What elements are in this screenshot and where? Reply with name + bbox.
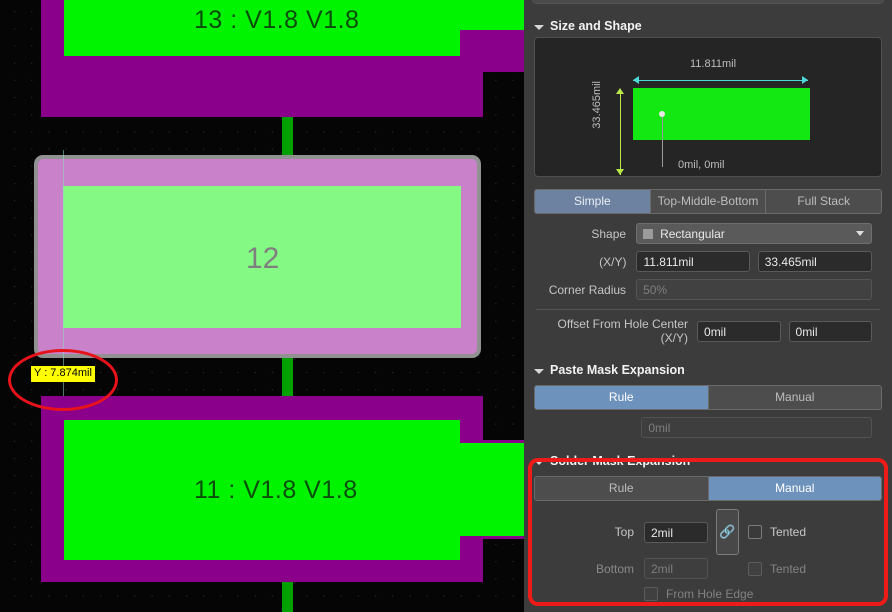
corner-radius-input[interactable]: 50% bbox=[636, 279, 872, 300]
preview-origin-leader-line bbox=[662, 117, 663, 167]
section-header-paste-mask[interactable]: Paste Mask Expansion bbox=[524, 359, 892, 381]
section-divider bbox=[536, 309, 880, 310]
from-hole-edge-row: From Hole Edge bbox=[534, 587, 882, 601]
from-hole-edge-label: From Hole Edge bbox=[666, 587, 754, 601]
preview-width-arrow-right-head bbox=[802, 76, 808, 84]
shape-dropdown[interactable]: Rectangular bbox=[636, 223, 872, 244]
offset-x-input[interactable]: 0mil bbox=[697, 320, 781, 342]
pcb-canvas[interactable]: 13 : V1.8 V1.8 12 11 : V1.8 V1.8 Y : 7.8… bbox=[0, 0, 524, 612]
pad-13-label: 13 : V1.8 V1.8 bbox=[194, 6, 360, 34]
pad-12-label: 12 bbox=[246, 242, 280, 275]
collapse-triangle-icon[interactable] bbox=[534, 24, 544, 30]
solder-mask-top-input[interactable]: 2mil bbox=[644, 521, 708, 543]
corner-radius-row: Corner Radius 50% bbox=[524, 279, 892, 300]
section-header-size-and-shape[interactable]: Size and Shape bbox=[524, 15, 892, 37]
tab-top-middle-bottom[interactable]: Top-Middle-Bottom bbox=[651, 190, 767, 213]
solder-mask-top-row: Top 2mil 🔗 Tented bbox=[534, 509, 882, 555]
preview-height-arrow-top-head bbox=[616, 88, 624, 94]
solder-mask-tab-manual[interactable]: Manual bbox=[708, 477, 881, 500]
link-chain-icon[interactable]: 🔗 bbox=[716, 509, 739, 555]
preview-width-label: 11.811mil bbox=[690, 58, 737, 70]
tented-top-checkbox[interactable] bbox=[748, 525, 762, 539]
solder-mask-top-label: Top bbox=[614, 525, 634, 539]
pad-11-label: 11 : V1.8 V1.8 bbox=[194, 476, 358, 504]
track-segment-lower bbox=[282, 578, 293, 612]
shape-row: Shape Rectangular bbox=[524, 223, 892, 244]
paste-mask-tab-rule[interactable]: Rule bbox=[535, 386, 709, 409]
chevron-down-icon[interactable] bbox=[856, 231, 864, 236]
preview-height-arrow-bottom-head bbox=[616, 169, 624, 175]
preview-width-arrow-left-head bbox=[633, 76, 639, 84]
paste-mask-value-input[interactable]: 0mil bbox=[641, 417, 872, 438]
section-header-solder-mask[interactable]: Solder Mask Expansion bbox=[524, 450, 892, 472]
section-title-solder-mask: Solder Mask Expansion bbox=[550, 454, 691, 468]
size-xy-row: (X/Y) 11.811mil 33.465mil bbox=[524, 251, 892, 272]
corner-radius-label: Corner Radius bbox=[548, 282, 627, 297]
tented-bottom-label: Tented bbox=[770, 561, 807, 576]
offset-label: Offset From Hole Center (X/Y) bbox=[557, 317, 689, 345]
stack-mode-tabs[interactable]: Simple Top-Middle-Bottom Full Stack bbox=[534, 189, 882, 214]
solder-mask-tab-rule[interactable]: Rule bbox=[535, 477, 709, 500]
size-xy-label: (X/Y) bbox=[599, 254, 627, 269]
offset-y-input[interactable]: 0mil bbox=[788, 320, 873, 342]
preview-height-label: 33.465mil bbox=[591, 81, 603, 129]
pad-shape-preview: 11.811mil 33.465mil 0mil, 0mil bbox=[534, 37, 882, 177]
size-x-input[interactable]: 11.811mil bbox=[636, 251, 750, 272]
track-segment-top bbox=[282, 115, 293, 160]
tab-simple[interactable]: Simple bbox=[535, 190, 651, 213]
coordinate-tooltip: Y : 7.874mil bbox=[31, 366, 95, 382]
shape-dropdown-value: Rectangular bbox=[660, 226, 725, 241]
section-title-paste-mask: Paste Mask Expansion bbox=[550, 363, 685, 377]
rectangular-shape-icon bbox=[643, 228, 654, 239]
solder-mask-values-group: Top 2mil 🔗 Tented Bottom 2mil Tented Fro… bbox=[524, 509, 892, 601]
paste-mask-mode-tabs[interactable]: Rule Manual bbox=[534, 385, 882, 410]
shape-label: Shape bbox=[591, 226, 627, 241]
collapse-triangle-icon[interactable] bbox=[534, 368, 544, 374]
paste-mask-value-row: 0mil bbox=[524, 417, 892, 438]
properties-panel: Size and Shape 11.811mil 33.465mil 0mil,… bbox=[524, 0, 892, 612]
tab-full-stack[interactable]: Full Stack bbox=[766, 190, 881, 213]
offset-row: Offset From Hole Center (X/Y) 0mil 0mil bbox=[524, 317, 892, 345]
section-title-size-and-shape: Size and Shape bbox=[550, 19, 642, 33]
preview-width-arrow bbox=[633, 80, 808, 81]
previous-section-edge bbox=[532, 0, 884, 4]
tented-bottom-checkbox[interactable] bbox=[748, 561, 762, 576]
solder-mask-mode-tabs[interactable]: Rule Manual bbox=[534, 476, 882, 501]
solder-mask-bottom-label: Bottom bbox=[595, 561, 634, 576]
from-hole-edge-checkbox[interactable] bbox=[644, 587, 658, 601]
collapse-triangle-icon[interactable] bbox=[534, 459, 544, 465]
solder-mask-bottom-row: Bottom 2mil Tented bbox=[534, 558, 882, 579]
size-y-input[interactable]: 33.465mil bbox=[757, 251, 872, 272]
tented-top-label: Tented bbox=[770, 525, 807, 539]
preview-height-arrow bbox=[620, 90, 621, 175]
preview-origin-label: 0mil, 0mil bbox=[678, 159, 725, 171]
solder-mask-bottom-input[interactable]: 2mil bbox=[644, 558, 708, 579]
paste-mask-tab-manual[interactable]: Manual bbox=[709, 386, 882, 409]
